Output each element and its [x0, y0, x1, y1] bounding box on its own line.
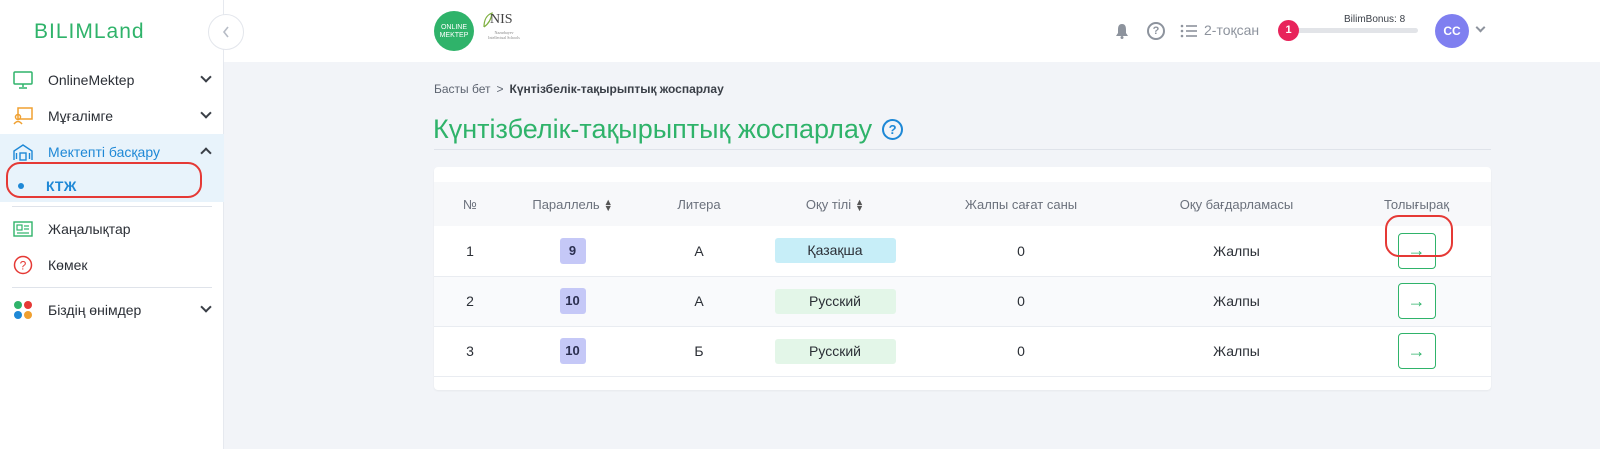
sidebar-item-our-products[interactable]: Біздің өнімдер — [0, 292, 224, 328]
nis-logo-text: NIS — [490, 12, 513, 27]
sort-icon[interactable]: ▲ ▼ — [855, 198, 864, 213]
bonus-count-badge: 1 — [1278, 20, 1299, 41]
plans-table: № Параллель ▲ ▼ Литера Оқу тілі ▲ ▼ Жалпы са… — [434, 182, 1491, 377]
cell-hours: 0 — [1017, 242, 1025, 259]
cell-number: 3 — [466, 343, 474, 359]
page-title: Күнтізбелік-тақырыптық жоспарлау ? — [433, 114, 904, 145]
parallel-badge: 10 — [559, 338, 586, 364]
breadcrumb-separator: > — [496, 82, 504, 96]
breadcrumb-current: Күнтізбелік-тақырыптық жоспарлау — [509, 82, 724, 96]
sidebar-item-ktzh[interactable]: КТЖ — [0, 170, 224, 202]
bonus-progress-bar — [1290, 28, 1418, 33]
cell-hours: 0 — [1017, 293, 1025, 309]
col-total-hours: Жалпы сағат саны — [964, 196, 1078, 212]
language-badge: Русский — [774, 288, 896, 314]
cell-program: Жалпы — [1213, 293, 1260, 309]
help-circle-icon: ? — [12, 254, 34, 276]
sidebar-nav: OnlineMektep Мұғалімге Мектепті басқару … — [0, 62, 224, 328]
breadcrumb: Басты бет > Күнтізбелік-тақырыптық жоспа… — [434, 82, 724, 96]
sidebar-item-label: Жаңалықтар — [48, 221, 131, 237]
sidebar-item-help[interactable]: ? Көмек — [0, 247, 224, 283]
col-number: № — [463, 196, 477, 212]
page-title-text: Күнтізбелік-тақырыптық жоспарлау — [433, 114, 873, 144]
sort-icon[interactable]: ▲ ▼ — [604, 198, 613, 213]
nis-logo-subtext: Nazarbayev Intellectual Schools — [488, 30, 520, 40]
col-language-label: Оқу тілі — [805, 196, 852, 212]
svg-text:?: ? — [20, 259, 27, 273]
help-icon[interactable]: ? — [882, 119, 904, 140]
quarter-selector[interactable]: 2-тоқсан — [1204, 22, 1259, 38]
sidebar-item-label: Мұғалімге — [48, 108, 114, 124]
cell-program: Жалпы — [1213, 242, 1260, 259]
avatar[interactable]: CC — [1435, 14, 1469, 48]
col-litera: Литера — [677, 196, 721, 212]
sidebar-item-label: Көмек — [48, 257, 88, 273]
table-row: 3 10 Б Русский 0 Жалпы → — [434, 326, 1491, 376]
onlinemektep-logo[interactable]: ONLINE MEKTEP — [434, 11, 474, 51]
sidebar-item-label: Мектепті басқару — [48, 144, 160, 160]
language-badge: Қазақша — [774, 238, 896, 264]
col-parallel-label: Параллель — [532, 196, 600, 212]
divider — [12, 287, 212, 288]
school-icon — [12, 141, 34, 163]
table-row: 2 10 А Русский 0 Жалпы → — [434, 276, 1491, 326]
sidebar-item-news[interactable]: Жаңалықтар — [0, 211, 224, 247]
col-parallel[interactable]: Параллель ▲ ▼ — [506, 182, 639, 226]
plans-table-card: № Параллель ▲ ▼ Литера Оқу тілі ▲ ▼ Жалпы са… — [434, 167, 1491, 390]
chevron-down-icon — [200, 107, 212, 119]
teacher-icon — [12, 105, 34, 127]
cell-litera: А — [694, 293, 704, 309]
details-button[interactable]: → — [1397, 232, 1436, 269]
cell-litera: Б — [694, 343, 704, 359]
table-header-row: № Параллель ▲ ▼ Литера Оқу тілі ▲ ▼ Жалпы са… — [434, 182, 1491, 226]
breadcrumb-home[interactable]: Басты бет — [434, 82, 491, 96]
help-icon[interactable]: ? — [1147, 22, 1165, 40]
nis-logo[interactable]: NIS Nazarbayev Intellectual Schools — [482, 12, 522, 52]
divider — [12, 206, 212, 207]
chevron-down-icon — [200, 71, 212, 83]
chevron-left-icon — [222, 26, 229, 38]
cell-program: Жалпы — [1213, 343, 1260, 359]
chevron-down-icon — [200, 301, 212, 313]
cell-number: 1 — [466, 242, 474, 259]
sidebar-item-label: Біздің өнімдер — [48, 302, 142, 318]
sidebar: BILIMLand OnlineMektep Мұғалімге Мектепт… — [0, 0, 224, 449]
language-badge: Русский — [774, 338, 896, 364]
news-icon — [12, 218, 34, 240]
sidebar-item-onlinemektep[interactable]: OnlineMektep — [0, 62, 224, 98]
title-divider — [434, 149, 1491, 150]
col-language[interactable]: Оқу тілі ▲ ▼ — [759, 182, 911, 226]
chevron-up-icon — [200, 147, 212, 159]
cell-number: 2 — [466, 293, 474, 309]
details-button[interactable]: → — [1397, 283, 1436, 319]
chevron-down-icon[interactable] — [1475, 22, 1486, 33]
apps-icon — [12, 299, 34, 321]
bilimbonus-label: BilimBonus: 8 — [1344, 14, 1406, 25]
parallel-badge: 9 — [559, 237, 586, 264]
details-button[interactable]: → — [1397, 333, 1436, 369]
cell-litera: А — [694, 242, 704, 259]
cell-hours: 0 — [1017, 343, 1025, 359]
table-row: 1 9 А Қазақша 0 Жалпы → — [434, 226, 1491, 276]
sidebar-item-teacher[interactable]: Мұғалімге — [0, 98, 224, 134]
parallel-badge: 10 — [559, 288, 586, 314]
sidebar-item-school-management[interactable]: Мектепті басқару — [0, 134, 224, 170]
bilimland-logo[interactable]: BILIMLand — [34, 20, 145, 44]
sidebar-collapse-button[interactable] — [208, 14, 244, 50]
bell-icon[interactable] — [1115, 23, 1129, 39]
list-icon[interactable] — [1180, 23, 1198, 39]
top-header: ONLINE MEKTEP NIS Nazarbayev Intellectua… — [224, 0, 1600, 62]
monitor-icon — [12, 69, 34, 91]
sidebar-item-label: OnlineMektep — [48, 72, 135, 88]
col-details: Толығырақ — [1383, 196, 1450, 212]
col-program: Оқу бағдарламасы — [1179, 196, 1294, 212]
active-dot-icon — [18, 183, 24, 189]
sidebar-item-label: КТЖ — [46, 178, 77, 194]
